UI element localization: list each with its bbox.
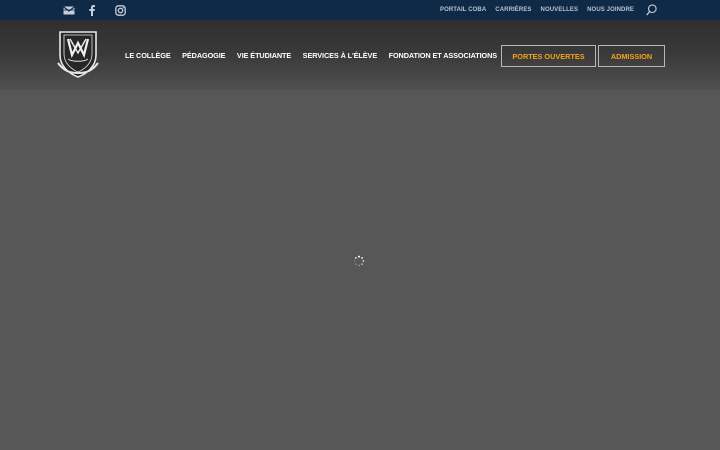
college-crest-logo[interactable]: [56, 29, 100, 79]
link-carrieres[interactable]: CARRIÈRES: [495, 7, 531, 13]
mail-icon[interactable]: [63, 3, 75, 17]
primary-menu: LE COLLÈGE PÉDAGOGIE VIE ÉTUDIANTE SERVI…: [125, 20, 509, 90]
facebook-icon[interactable]: [88, 3, 96, 17]
link-nouvelles[interactable]: NOUVELLES: [541, 7, 579, 13]
nav-vie-etudiante[interactable]: VIE ÉTUDIANTE: [237, 51, 291, 60]
nav-fondation-associations[interactable]: FONDATION ET ASSOCIATIONS: [389, 51, 498, 60]
portes-ouvertes-button[interactable]: PORTES OUVERTES: [501, 45, 596, 67]
page-content-loading: [0, 90, 720, 450]
utility-links: PORTAIL COBA CARRIÈRES NOUVELLES NOUS JO…: [431, 0, 657, 20]
nav-le-college[interactable]: LE COLLÈGE: [125, 51, 171, 60]
main-navigation: LE COLLÈGE PÉDAGOGIE VIE ÉTUDIANTE SERVI…: [0, 20, 720, 90]
social-links: [63, 3, 126, 17]
admission-button[interactable]: ADMISSION: [598, 45, 665, 67]
nav-services-eleve[interactable]: SERVICES À L'ÉLÈVE: [303, 51, 378, 60]
nav-pedagogie[interactable]: PÉDAGOGIE: [182, 51, 225, 60]
link-nous-joindre[interactable]: NOUS JOINDRE: [587, 7, 634, 13]
search-icon[interactable]: [646, 4, 657, 16]
link-portail-coba[interactable]: PORTAIL COBA: [440, 7, 486, 13]
instagram-icon[interactable]: [114, 3, 126, 17]
loading-spinner-icon: [353, 254, 365, 267]
top-bar: PORTAIL COBA CARRIÈRES NOUVELLES NOUS JO…: [0, 0, 720, 20]
